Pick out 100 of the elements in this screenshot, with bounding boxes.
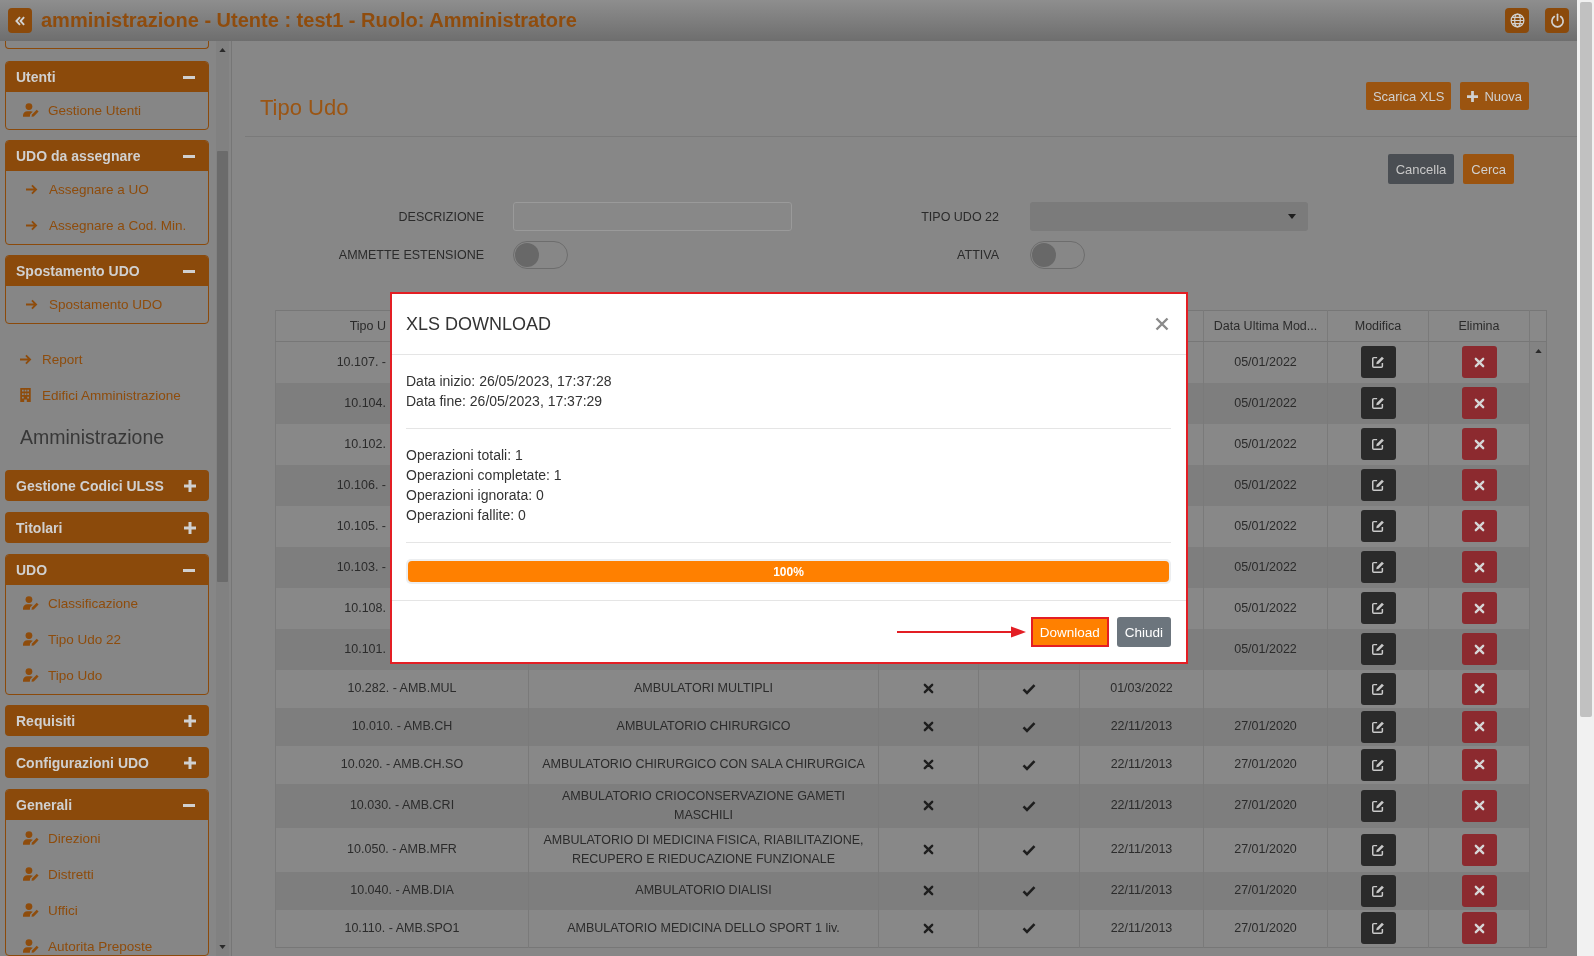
person-pencil-icon xyxy=(23,867,40,881)
action-button[interactable]: Nuova xyxy=(1460,82,1529,110)
panel-header[interactable]: Utenti xyxy=(6,62,208,92)
edit-button[interactable] xyxy=(1360,428,1396,460)
edit-button[interactable] xyxy=(1360,789,1396,822)
table-cell: 22/11/2013 xyxy=(1079,707,1204,746)
delete-button[interactable] xyxy=(1461,710,1497,743)
delete-button[interactable] xyxy=(1461,510,1497,542)
edit-button[interactable] xyxy=(1360,710,1396,743)
scroll-down-icon xyxy=(219,945,226,949)
table-cell: 10.107. - xyxy=(336,354,386,369)
dialog-title: XLS DOWNLOAD xyxy=(406,313,552,335)
edit-icon xyxy=(1371,757,1385,772)
select-field[interactable] xyxy=(1030,202,1308,231)
table-cell: 10.282. - AMB.MUL xyxy=(275,669,529,708)
panel-header[interactable]: Requisiti xyxy=(5,705,209,736)
toggle-switch[interactable] xyxy=(1030,241,1085,269)
clear-button[interactable]: Cancella xyxy=(1387,154,1455,184)
delete-button[interactable] xyxy=(1461,387,1497,419)
cross-icon xyxy=(1473,479,1485,491)
cross-icon xyxy=(1473,397,1485,409)
delete-button[interactable] xyxy=(1461,912,1497,945)
edit-button[interactable] xyxy=(1360,469,1396,501)
scrollbar[interactable] xyxy=(1529,341,1547,948)
double-chevron-icon xyxy=(14,14,26,27)
language-button[interactable] xyxy=(1505,8,1529,33)
cross-icon xyxy=(1473,520,1485,532)
table-cell: 10.010. - AMB.CH xyxy=(275,707,529,746)
delete-button[interactable] xyxy=(1461,672,1497,705)
delete-button[interactable] xyxy=(1461,748,1497,781)
delete-button[interactable] xyxy=(1461,551,1497,583)
collapse-button[interactable] xyxy=(8,8,32,33)
edit-button[interactable] xyxy=(1360,633,1396,665)
edit-icon xyxy=(1371,396,1385,410)
edit-button[interactable] xyxy=(1360,672,1396,705)
table-cell: 22/11/2013 xyxy=(1079,827,1204,872)
panel-header[interactable]: Configurazioni UDO xyxy=(5,747,209,778)
delete-button[interactable] xyxy=(1461,428,1497,460)
edit-button[interactable] xyxy=(1360,510,1396,542)
download-button[interactable]: Download xyxy=(1030,617,1109,647)
table-cell: 27/01/2020 xyxy=(1203,909,1328,948)
field-label: AMMETTE ESTENSIONE xyxy=(338,248,484,262)
table-cell: 05/01/2022 xyxy=(1203,382,1328,424)
panel-header[interactable]: Generali xyxy=(6,790,208,820)
close-icon xyxy=(1155,317,1169,331)
person-pencil-icon xyxy=(23,903,40,917)
delete-button[interactable] xyxy=(1461,346,1497,379)
table-cell: AMBULATORIO CHIRURGICO xyxy=(528,707,879,746)
toggle-switch[interactable] xyxy=(513,241,568,269)
person-pencil-icon xyxy=(23,596,40,610)
edit-icon xyxy=(1371,719,1385,734)
building-icon xyxy=(20,388,31,402)
column-header[interactable]: Data Ultima Mod... xyxy=(1203,310,1328,342)
panel-header[interactable]: UDO xyxy=(6,555,208,585)
edit-button[interactable] xyxy=(1360,748,1396,781)
logout-button[interactable] xyxy=(1545,8,1569,33)
person-pencil-icon xyxy=(23,831,40,845)
progress-label: 100% xyxy=(773,564,804,579)
scrollbar-thumb[interactable] xyxy=(1579,2,1592,717)
close-button[interactable] xyxy=(1155,317,1169,331)
table-cell: 05/01/2022 xyxy=(1203,628,1328,670)
edit-icon xyxy=(1371,437,1385,451)
table-cell: 10.050. - AMB.MFR xyxy=(275,827,529,872)
panel-header[interactable]: Spostamento UDO xyxy=(6,256,208,286)
column-header[interactable]: Modifica xyxy=(1327,310,1429,342)
table-cell: 05/01/2022 xyxy=(1203,341,1328,383)
delete-button[interactable] xyxy=(1461,633,1497,665)
scrollbar[interactable] xyxy=(216,41,229,956)
edit-button[interactable] xyxy=(1360,912,1396,945)
edit-icon xyxy=(1371,355,1385,370)
edit-button[interactable] xyxy=(1360,551,1396,583)
column-header[interactable]: Tipo U xyxy=(349,319,386,333)
panel-header[interactable]: Titolari xyxy=(5,512,209,543)
edit-button[interactable] xyxy=(1360,346,1396,379)
close-dialog-button[interactable]: Chiudi xyxy=(1116,617,1171,647)
cross-icon xyxy=(1473,885,1485,896)
edit-icon xyxy=(1371,883,1385,898)
page-title: Tipo Udo xyxy=(260,94,349,122)
delete-button[interactable] xyxy=(1461,833,1497,866)
section-heading: Amministrazione xyxy=(20,425,165,450)
panel-header[interactable]: UDO da assegnare xyxy=(6,141,208,171)
edit-button[interactable] xyxy=(1360,387,1396,419)
edit-icon xyxy=(1371,921,1385,936)
delete-button[interactable] xyxy=(1461,592,1497,624)
dialog-text: Data fine: 26/05/2023, 17:37:29 xyxy=(406,392,603,411)
edit-button[interactable] xyxy=(1360,592,1396,624)
search-button[interactable]: Cerca xyxy=(1463,154,1514,184)
delete-button[interactable] xyxy=(1461,874,1497,907)
action-button[interactable]: Scarica XLS xyxy=(1365,82,1452,110)
table-cell: 10.104. xyxy=(344,395,386,410)
edit-button[interactable] xyxy=(1360,833,1396,866)
column-header[interactable]: Elimina xyxy=(1428,310,1530,342)
delete-button[interactable] xyxy=(1461,469,1497,501)
panel-header[interactable]: Gestione Codici ULSS xyxy=(5,470,209,501)
delete-button[interactable] xyxy=(1461,789,1497,822)
plus-icon xyxy=(1467,90,1479,102)
scrollbar-thumb[interactable] xyxy=(217,151,228,582)
edit-button[interactable] xyxy=(1360,874,1396,907)
app-title: amministrazione - Utente : test1 - Ruolo: Amministratore xyxy=(41,9,577,32)
table-cell: AMBULATORIO CRIOCONSERVAZIONE GAMETI MASCHILI xyxy=(528,783,879,828)
